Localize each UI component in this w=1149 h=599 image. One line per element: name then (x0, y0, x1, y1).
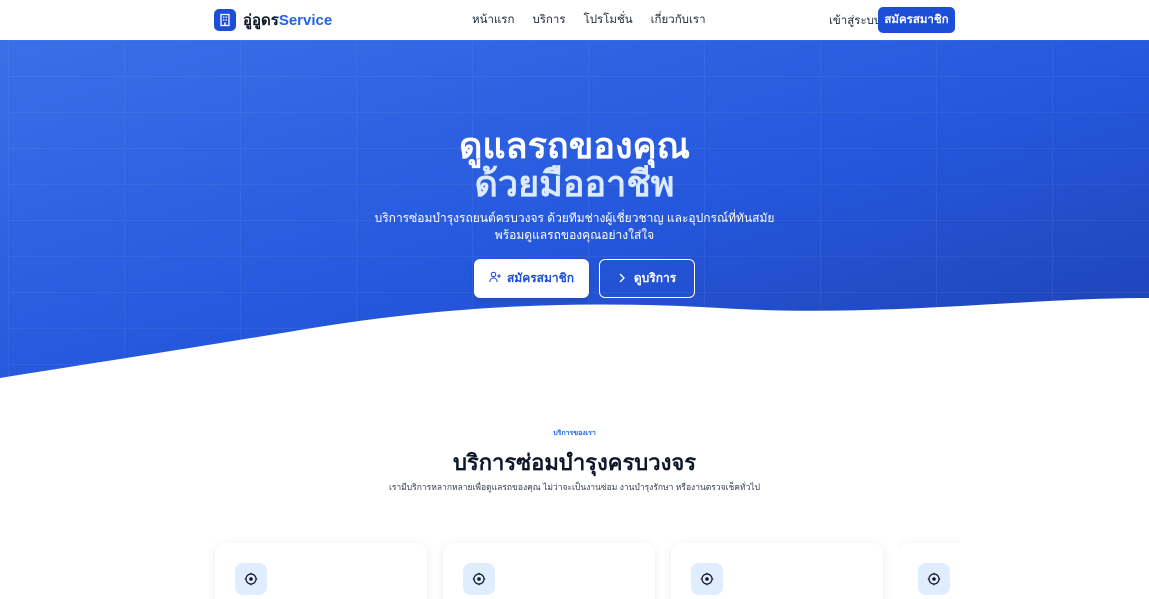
services-carousel-edge (898, 530, 960, 599)
gear-icon (691, 563, 723, 595)
main-nav: หน้าแรก บริการ โปรโมชั่น เกี่ยวกับเรา (472, 11, 706, 29)
brand-name-en: Service (278, 12, 333, 29)
gear-icon (463, 563, 495, 595)
hero-title-line1: ดูแลรถของคุณ (458, 125, 691, 166)
nav-link-about[interactable]: เกี่ยวกับเรา (651, 11, 706, 29)
brand-name-thai: อู่อูดร (243, 12, 279, 29)
hero-view-services-label: ดูบริการ (633, 271, 677, 285)
hero-title: ดูแลรถของคุณ ด้วยมืออาชีพ (0, 127, 1149, 203)
hero-view-services-button[interactable]: ดูบริการ (599, 259, 695, 298)
building-icon (214, 9, 236, 31)
services-title: บริการซ่อมบำรุงครบวงจร (452, 450, 697, 475)
hero-subtitle-line1: บริการซ่อมบำรุงรถยนต์ครบวงจร ด้วยทีมช่าง… (374, 211, 775, 225)
services-eyebrow: บริการของเรา (553, 430, 596, 437)
service-card[interactable] (443, 543, 655, 599)
nav-link-home[interactable]: หน้าแรก (472, 11, 514, 29)
hero-register-button[interactable]: สมัครสมาชิก (474, 259, 589, 298)
service-card[interactable] (898, 543, 960, 599)
chevron-right-icon (618, 272, 626, 286)
gear-icon (235, 563, 267, 595)
hero-subtitle: บริการซ่อมบำรุงรถยนต์ครบวงจร ด้วยทีมช่าง… (0, 210, 1149, 244)
user-plus-icon (489, 271, 501, 286)
hero-subtitle-line2: พร้อมดูแลรถของคุณอย่างใส่ใจ (494, 228, 655, 242)
hero-register-label: สมัครสมาชิก (506, 271, 575, 285)
login-link[interactable]: เข้าสู่ระบบ (829, 12, 881, 30)
hero-title-line2: ด้วยมืออาชีพ (474, 163, 675, 204)
nav-link-services[interactable]: บริการ (532, 11, 565, 29)
nav-link-promotions[interactable]: โปรโมชั่น (584, 11, 633, 29)
service-card[interactable] (215, 543, 427, 599)
brand-name: อู่อูดรService (243, 8, 332, 32)
service-card[interactable] (671, 543, 883, 599)
services-subtitle: เรามีบริการหลากหลายเพื่อดูแลรถของคุณ ไม่… (388, 482, 761, 492)
gear-icon (918, 563, 950, 595)
top-navbar: อู่อูดรService หน้าแรก บริการ โปรโมชั่น … (0, 0, 1149, 40)
brand-logo-link[interactable]: อู่อูดรService (214, 8, 332, 32)
hero-section: ดูแลรถของคุณ ด้วยมืออาชีพ บริการซ่อมบำรุ… (0, 40, 1149, 380)
register-button[interactable]: สมัครสมาชิก (878, 7, 955, 33)
